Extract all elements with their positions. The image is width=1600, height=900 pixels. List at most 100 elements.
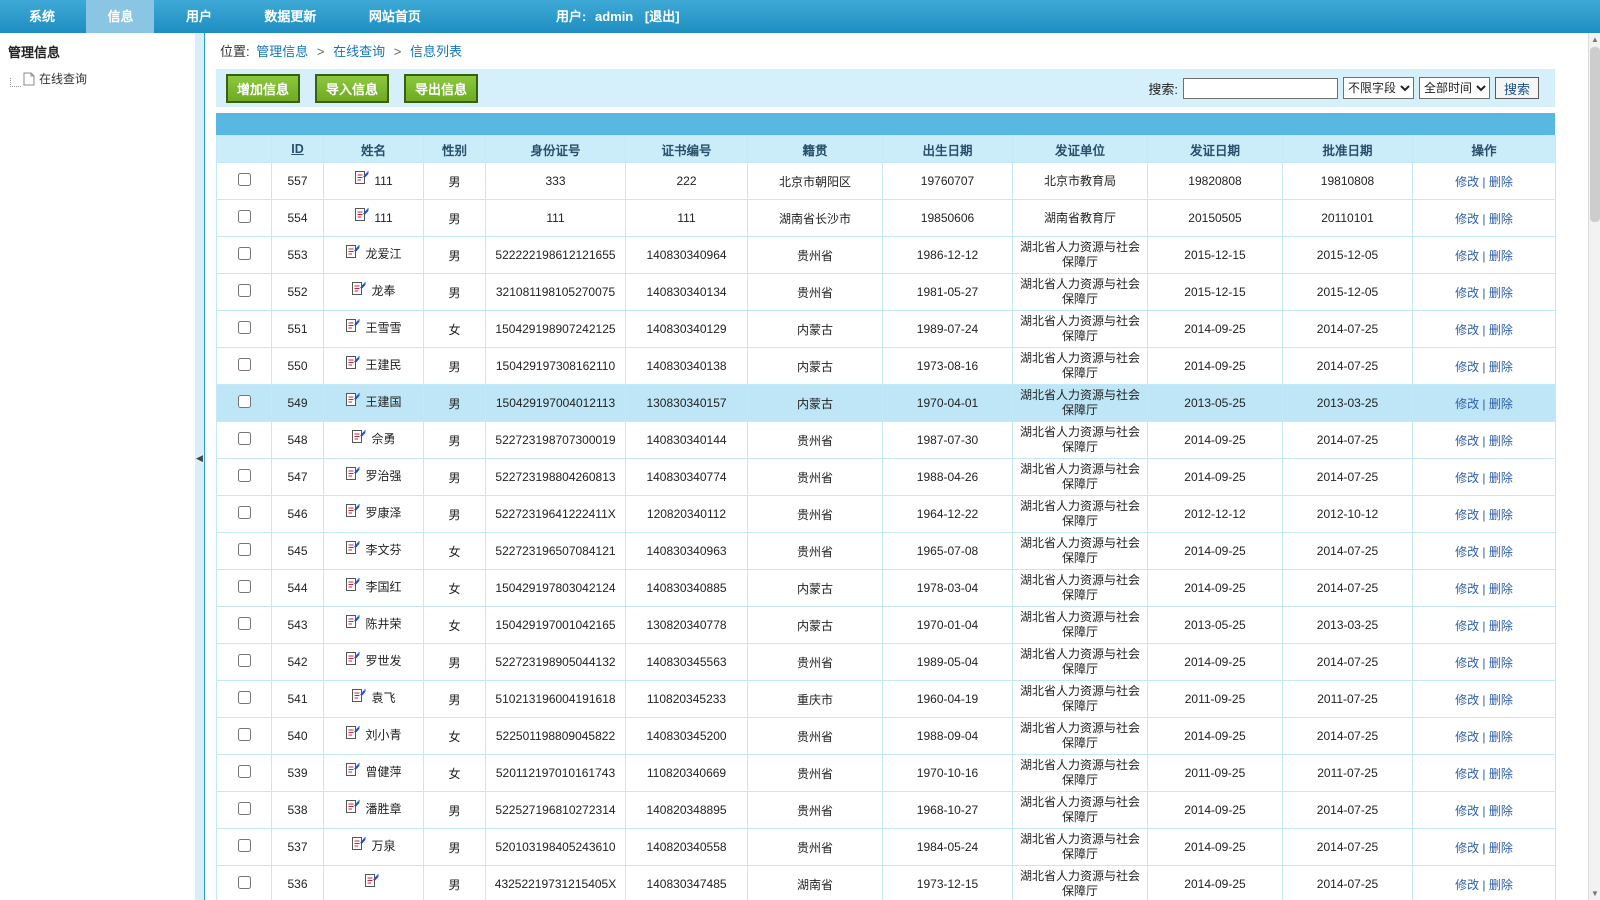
edit-doc-icon[interactable] — [345, 761, 360, 777]
row-checkbox[interactable] — [238, 358, 251, 371]
row-checkbox[interactable] — [238, 728, 251, 741]
row-checkbox[interactable] — [238, 802, 251, 815]
row-checkbox[interactable] — [238, 395, 251, 408]
edit-link[interactable]: 修改 — [1455, 249, 1479, 263]
delete-link[interactable]: 删除 — [1489, 656, 1513, 670]
id-sort-link[interactable]: ID — [291, 142, 304, 156]
vertical-scrollbar[interactable]: ▲ ▼ — [1588, 33, 1600, 900]
delete-link[interactable]: 删除 — [1489, 249, 1513, 263]
edit-doc-icon[interactable] — [351, 280, 366, 296]
edit-doc-icon[interactable] — [345, 465, 360, 481]
row-checkbox[interactable] — [238, 432, 251, 445]
search-button[interactable]: 搜索 — [1495, 77, 1539, 99]
delete-link[interactable]: 删除 — [1489, 397, 1513, 411]
edit-link[interactable]: 修改 — [1455, 841, 1479, 855]
row-checkbox[interactable] — [238, 247, 251, 260]
edit-link[interactable]: 修改 — [1455, 730, 1479, 744]
edit-doc-icon[interactable] — [345, 724, 360, 740]
edit-link[interactable]: 修改 — [1455, 619, 1479, 633]
export-info-button[interactable]: 导出信息 — [404, 74, 478, 103]
row-checkbox[interactable] — [238, 543, 251, 556]
delete-link[interactable]: 删除 — [1489, 767, 1513, 781]
edit-doc-icon[interactable] — [351, 687, 366, 703]
edit-link[interactable]: 修改 — [1455, 804, 1479, 818]
edit-doc-icon[interactable] — [354, 169, 369, 185]
edit-doc-icon[interactable] — [345, 502, 360, 518]
scrollbar-thumb[interactable] — [1590, 47, 1600, 222]
delete-link[interactable]: 删除 — [1489, 360, 1513, 374]
add-info-button[interactable]: 增加信息 — [226, 74, 300, 103]
edit-link[interactable]: 修改 — [1455, 545, 1479, 559]
search-input[interactable] — [1183, 78, 1338, 99]
collapse-arrow-icon[interactable]: ◀ — [196, 453, 203, 464]
edit-doc-icon[interactable] — [351, 835, 366, 851]
edit-doc-icon[interactable] — [345, 650, 360, 666]
delete-link[interactable]: 删除 — [1489, 212, 1513, 226]
edit-link[interactable]: 修改 — [1455, 767, 1479, 781]
delete-link[interactable]: 删除 — [1489, 804, 1513, 818]
edit-doc-icon[interactable] — [351, 428, 366, 444]
delete-link[interactable]: 删除 — [1489, 471, 1513, 485]
row-checkbox[interactable] — [238, 173, 251, 186]
breadcrumb-link-manage-info[interactable]: 管理信息 — [256, 44, 308, 59]
breadcrumb-link-online-query[interactable]: 在线查询 — [333, 44, 385, 59]
row-checkbox[interactable] — [238, 654, 251, 667]
row-checkbox[interactable] — [238, 839, 251, 852]
nav-tab-system[interactable]: 系统 — [8, 0, 76, 33]
sidebar-splitter[interactable]: ◀ — [195, 33, 205, 900]
scroll-up-arrow-icon[interactable]: ▲ — [1589, 33, 1600, 46]
edit-link[interactable]: 修改 — [1455, 471, 1479, 485]
delete-link[interactable]: 删除 — [1489, 730, 1513, 744]
edit-link[interactable]: 修改 — [1455, 582, 1479, 596]
row-checkbox[interactable] — [238, 876, 251, 889]
edit-doc-icon[interactable] — [345, 243, 360, 259]
time-filter-select[interactable]: 全部时间 — [1419, 77, 1490, 99]
row-checkbox[interactable] — [238, 580, 251, 593]
field-filter-select[interactable]: 不限字段 — [1343, 77, 1414, 99]
edit-doc-icon[interactable] — [364, 872, 379, 888]
delete-link[interactable]: 删除 — [1489, 545, 1513, 559]
edit-link[interactable]: 修改 — [1455, 693, 1479, 707]
delete-link[interactable]: 删除 — [1489, 286, 1513, 300]
import-info-button[interactable]: 导入信息 — [315, 74, 389, 103]
row-checkbox[interactable] — [238, 284, 251, 297]
delete-link[interactable]: 删除 — [1489, 841, 1513, 855]
delete-link[interactable]: 删除 — [1489, 434, 1513, 448]
edit-doc-icon[interactable] — [345, 576, 360, 592]
edit-doc-icon[interactable] — [354, 206, 369, 222]
row-checkbox[interactable] — [238, 617, 251, 630]
delete-link[interactable]: 删除 — [1489, 323, 1513, 337]
sidebar-item-online-query[interactable]: 在线查询 — [10, 70, 195, 87]
row-checkbox[interactable] — [238, 210, 251, 223]
delete-link[interactable]: 删除 — [1489, 878, 1513, 892]
delete-link[interactable]: 删除 — [1489, 693, 1513, 707]
edit-link[interactable]: 修改 — [1455, 286, 1479, 300]
nav-tab-data-update[interactable]: 数据更新 — [243, 0, 337, 33]
row-checkbox[interactable] — [238, 765, 251, 778]
delete-link[interactable]: 删除 — [1489, 175, 1513, 189]
row-checkbox[interactable] — [238, 691, 251, 704]
delete-link[interactable]: 删除 — [1489, 582, 1513, 596]
edit-link[interactable]: 修改 — [1455, 397, 1479, 411]
row-checkbox[interactable] — [238, 506, 251, 519]
edit-doc-icon[interactable] — [345, 317, 360, 333]
edit-doc-icon[interactable] — [345, 613, 360, 629]
edit-link[interactable]: 修改 — [1455, 878, 1479, 892]
edit-link[interactable]: 修改 — [1455, 175, 1479, 189]
edit-link[interactable]: 修改 — [1455, 434, 1479, 448]
delete-link[interactable]: 删除 — [1489, 508, 1513, 522]
edit-doc-icon[interactable] — [345, 798, 360, 814]
edit-doc-icon[interactable] — [345, 354, 360, 370]
row-checkbox[interactable] — [238, 321, 251, 334]
edit-doc-icon[interactable] — [345, 539, 360, 555]
edit-link[interactable]: 修改 — [1455, 656, 1479, 670]
scroll-down-arrow-icon[interactable]: ▼ — [1589, 887, 1600, 900]
nav-tab-site-home[interactable]: 网站首页 — [348, 0, 442, 33]
row-checkbox[interactable] — [238, 469, 251, 482]
nav-tab-user[interactable]: 用户 — [165, 0, 233, 33]
edit-doc-icon[interactable] — [345, 391, 360, 407]
edit-link[interactable]: 修改 — [1455, 212, 1479, 226]
edit-link[interactable]: 修改 — [1455, 323, 1479, 337]
edit-link[interactable]: 修改 — [1455, 508, 1479, 522]
delete-link[interactable]: 删除 — [1489, 619, 1513, 633]
